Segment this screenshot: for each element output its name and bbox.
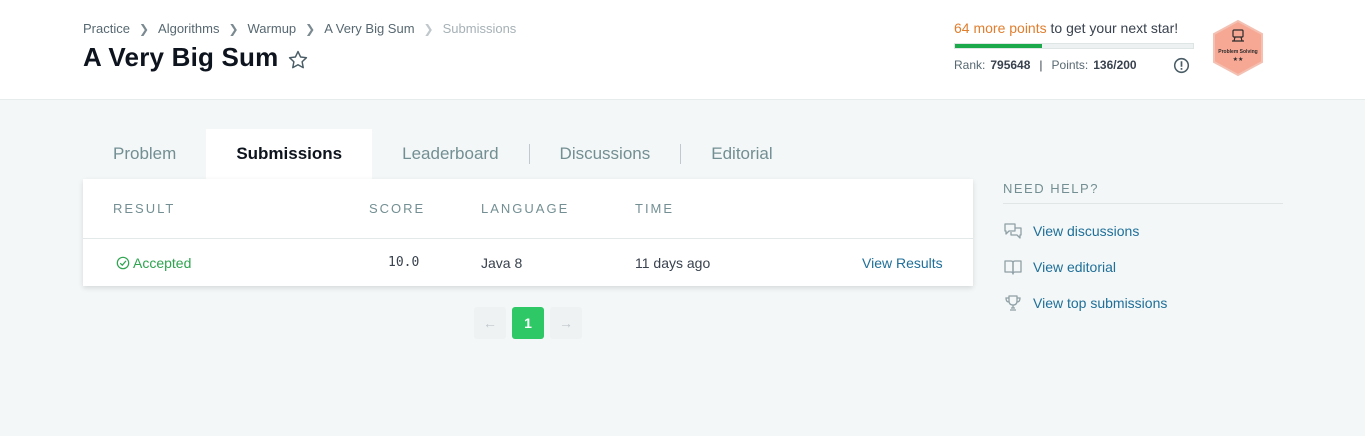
language-value: Java 8: [481, 255, 523, 271]
badge-label: Problem Solving: [1218, 49, 1258, 55]
header-language: LANGUAGE: [481, 201, 570, 216]
trophy-icon: [1005, 295, 1021, 311]
tab-submissions[interactable]: Submissions: [206, 129, 373, 179]
header-score: SCORE: [369, 201, 426, 216]
next-star-suffix: to get your next star!: [1050, 20, 1179, 36]
discussion-icon: [1004, 223, 1022, 239]
header-bar: Practice ❯ Algorithms ❯ Warmup ❯ A Very …: [0, 0, 1365, 100]
view-top-submissions-label: View top submissions: [1033, 295, 1168, 311]
info-icon[interactable]: [1173, 57, 1190, 74]
points-label: Points:: [1051, 58, 1089, 72]
chevron-right-icon: ❯: [138, 21, 150, 36]
prev-page-button[interactable]: ←: [474, 307, 506, 339]
star-progress-fill: [955, 44, 1043, 48]
badge-hexagon-icon: [1213, 19, 1263, 77]
rank-value: 795648: [990, 58, 1031, 72]
points-value: 136/200: [1093, 58, 1137, 72]
view-discussions-link[interactable]: View discussions: [1003, 221, 1139, 241]
check-circle-icon: [116, 256, 130, 270]
view-top-submissions-link[interactable]: View top submissions: [1003, 293, 1167, 313]
next-star-message: 64 more points to get your next star!: [954, 20, 1178, 36]
divider: |: [1039, 58, 1043, 72]
result-label: Accepted: [133, 255, 192, 271]
view-editorial-link[interactable]: View editorial: [1003, 257, 1116, 277]
time-value: 11 days ago: [635, 255, 711, 271]
next-page-button[interactable]: →: [550, 307, 582, 339]
header-result: RESULT: [113, 201, 176, 216]
rank-label: Rank:: [954, 58, 986, 72]
table-header: RESULT SCORE LANGUAGE TIME: [83, 179, 973, 239]
breadcrumb-algorithms[interactable]: Algorithms: [158, 21, 219, 36]
tab-discussions[interactable]: Discussions: [530, 129, 681, 179]
breadcrumb-warmup[interactable]: Warmup: [248, 21, 297, 36]
tab-problem[interactable]: Problem: [83, 129, 206, 179]
view-editorial-label: View editorial: [1033, 259, 1117, 275]
score-value: 10.0: [388, 255, 420, 270]
view-discussions-label: View discussions: [1033, 223, 1140, 239]
pagination: ← 1 →: [474, 307, 588, 339]
rank-points-line: Rank: 795648 | Points: 136/200: [954, 58, 1137, 72]
result-accepted[interactable]: Accepted: [116, 255, 191, 271]
breadcrumb-submissions: Submissions: [442, 21, 517, 36]
breadcrumb-challenge[interactable]: A Very Big Sum: [324, 21, 414, 36]
tab-editorial[interactable]: Editorial: [681, 129, 802, 179]
need-help-heading: NEED HELP?: [1003, 181, 1099, 196]
submissions-table: RESULT SCORE LANGUAGE TIME Accepted 10.0…: [83, 179, 973, 286]
chevron-right-icon: ❯: [305, 21, 316, 36]
challenge-tabs: Problem Submissions Leaderboard Discussi…: [83, 129, 803, 179]
divider: [1003, 203, 1283, 204]
breadcrumb: Practice ❯ Algorithms ❯ Warmup ❯ A Very …: [83, 21, 516, 36]
chevron-right-icon: ❯: [228, 21, 239, 36]
tab-leaderboard[interactable]: Leaderboard: [372, 129, 528, 179]
header-time: TIME: [635, 201, 675, 216]
chevron-right-icon: ❯: [423, 21, 434, 36]
star-progress-bar: [954, 43, 1194, 49]
badge-stars: ★★: [1232, 57, 1244, 63]
points-needed: 64 more points: [954, 20, 1047, 36]
book-icon: [1004, 260, 1022, 275]
page-title: A Very Big Sum: [83, 42, 279, 72]
breadcrumb-practice[interactable]: Practice: [83, 21, 130, 36]
view-results-link[interactable]: View Results: [862, 255, 943, 271]
page-1-button[interactable]: 1: [512, 307, 544, 339]
problem-solving-badge[interactable]: Problem Solving ★★: [1211, 19, 1265, 77]
table-row: Accepted 10.0 Java 8 11 days ago View Re…: [83, 239, 973, 286]
star-icon[interactable]: [287, 49, 309, 71]
